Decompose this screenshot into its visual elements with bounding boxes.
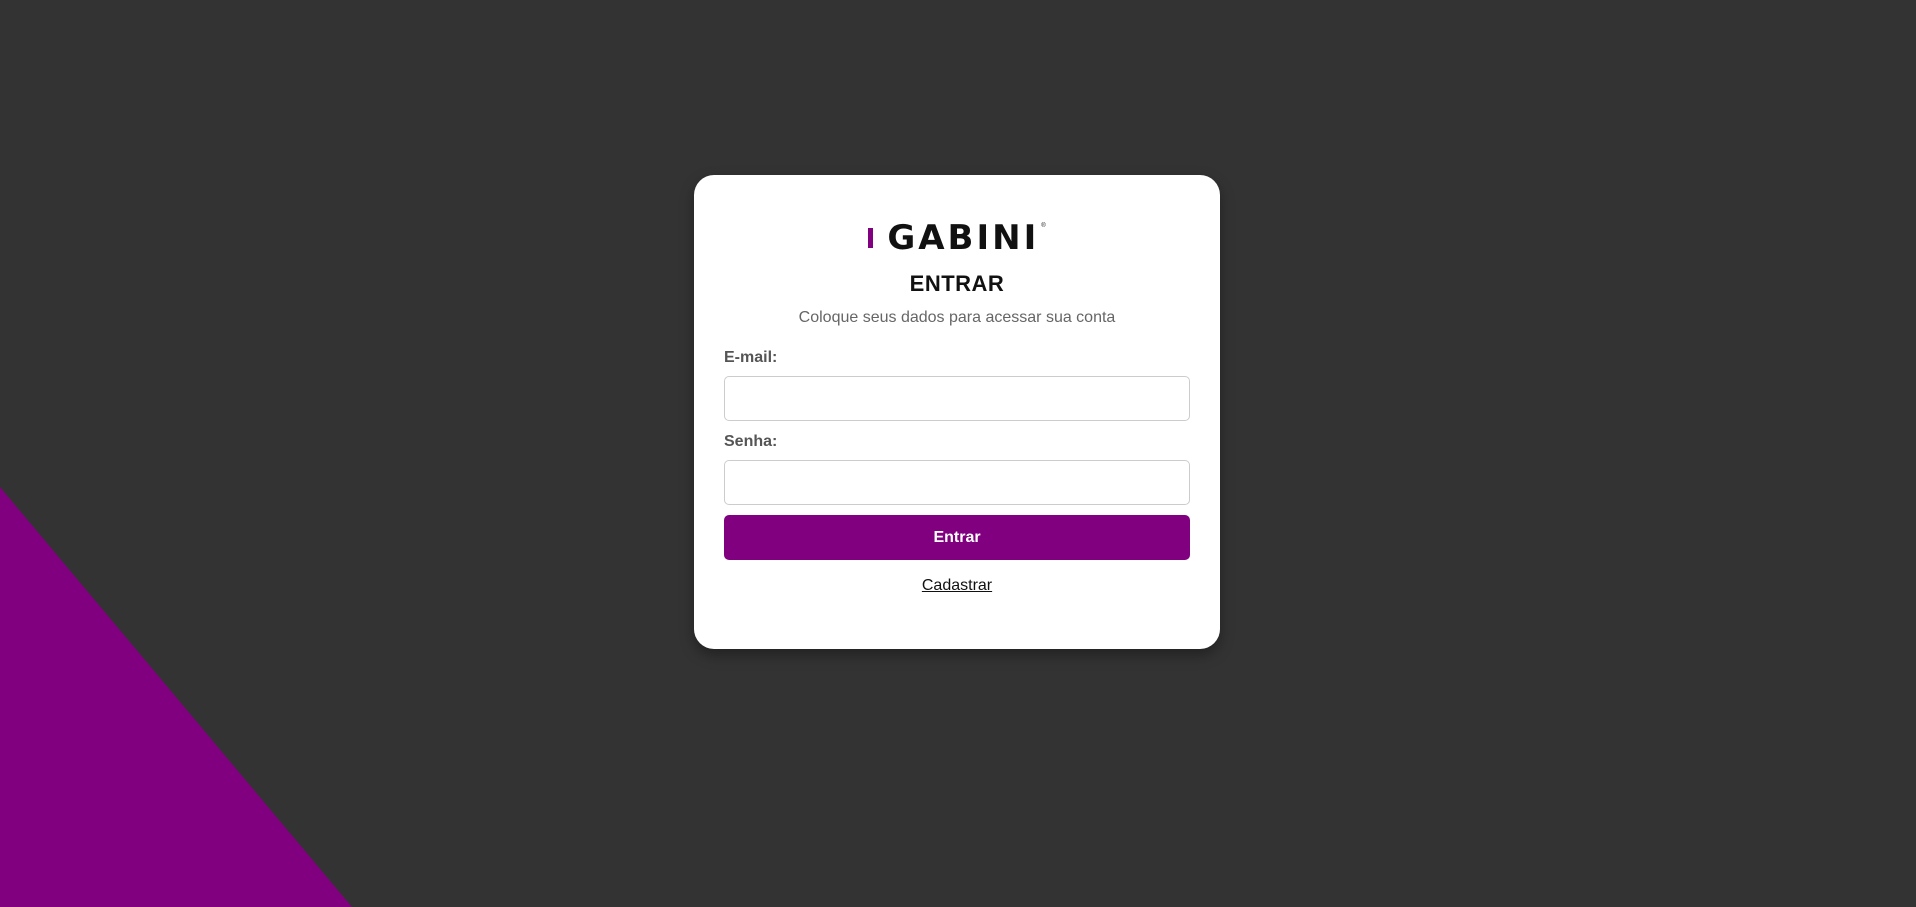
password-label: Senha: <box>724 433 778 450</box>
logo-accent-bar <box>868 228 874 248</box>
email-label: E-mail: <box>724 349 778 366</box>
page-subtitle: Coloque seus dados para acessar sua cont… <box>798 309 1116 326</box>
password-field[interactable] <box>724 460 1190 505</box>
email-field[interactable] <box>724 376 1190 421</box>
login-card: GABINI ® ENTRAR Coloque seus dados para … <box>694 175 1220 649</box>
page-title: ENTRAR <box>909 271 1005 296</box>
registered-mark: ® <box>1041 223 1046 229</box>
brand-logo: GABINI ® <box>694 221 1220 255</box>
logo-text: GABINI <box>887 218 1040 258</box>
login-button[interactable]: Entrar <box>724 515 1190 560</box>
register-link[interactable]: Cadastrar <box>694 577 1220 595</box>
